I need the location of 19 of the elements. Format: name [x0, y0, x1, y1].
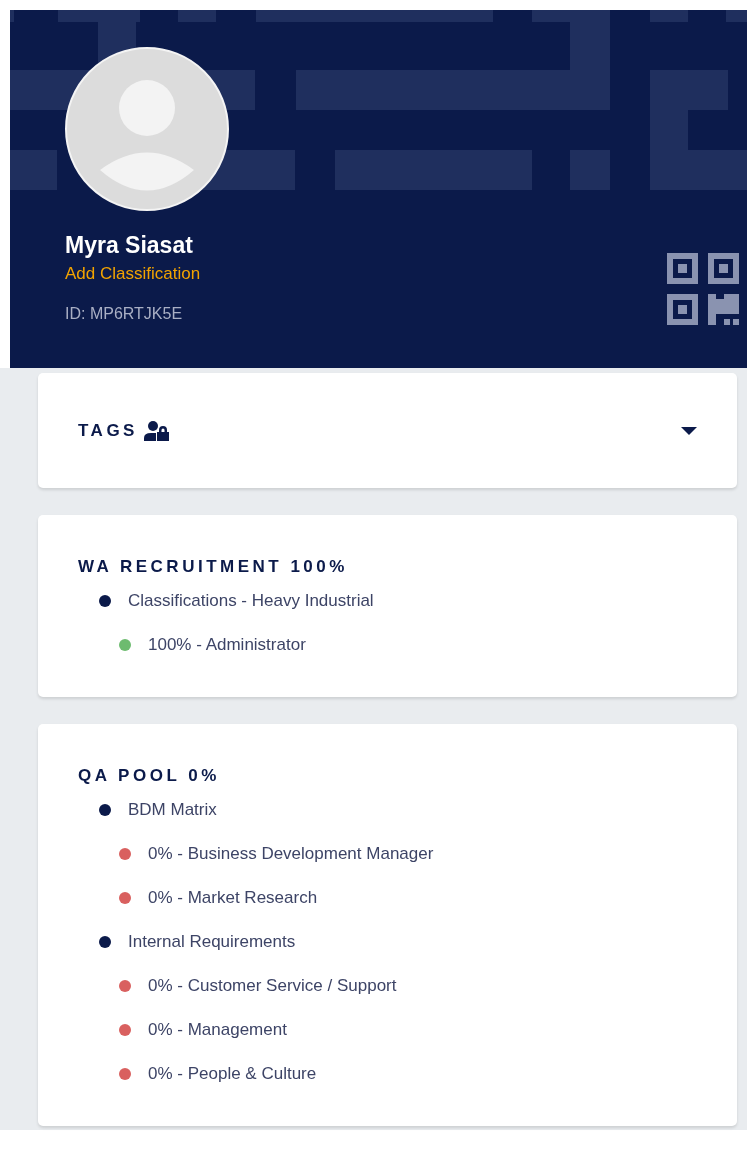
score-item: 0% - Management [148, 1020, 287, 1040]
section-heading: WA RECRUITMENT 100% [78, 557, 348, 577]
person-lock-icon [143, 420, 171, 441]
section-heading: QA POOL 0% [78, 766, 220, 786]
user-name: Myra Siasat [65, 231, 193, 260]
group-item: Internal Requirements [128, 932, 296, 952]
group-item: BDM Matrix [128, 800, 217, 820]
qr-code-icon[interactable] [667, 253, 739, 325]
score-item: 0% - Business Development Manager [148, 844, 434, 864]
group-item: Classifications - Heavy Industrial [128, 591, 374, 611]
score-item: 0% - Customer Service / Support [148, 976, 397, 996]
user-id: ID: MP6RTJK5E [65, 304, 183, 324]
score-item: 0% - People & Culture [148, 1064, 317, 1084]
avatar-icon [65, 47, 229, 211]
add-classification-link[interactable]: Add Classification [65, 263, 201, 285]
tags-heading: TAGS [78, 420, 138, 441]
score-item: 0% - Market Research [148, 888, 318, 908]
caret-icon[interactable] [681, 425, 697, 436]
score-item: 100% - Administrator [148, 635, 306, 655]
